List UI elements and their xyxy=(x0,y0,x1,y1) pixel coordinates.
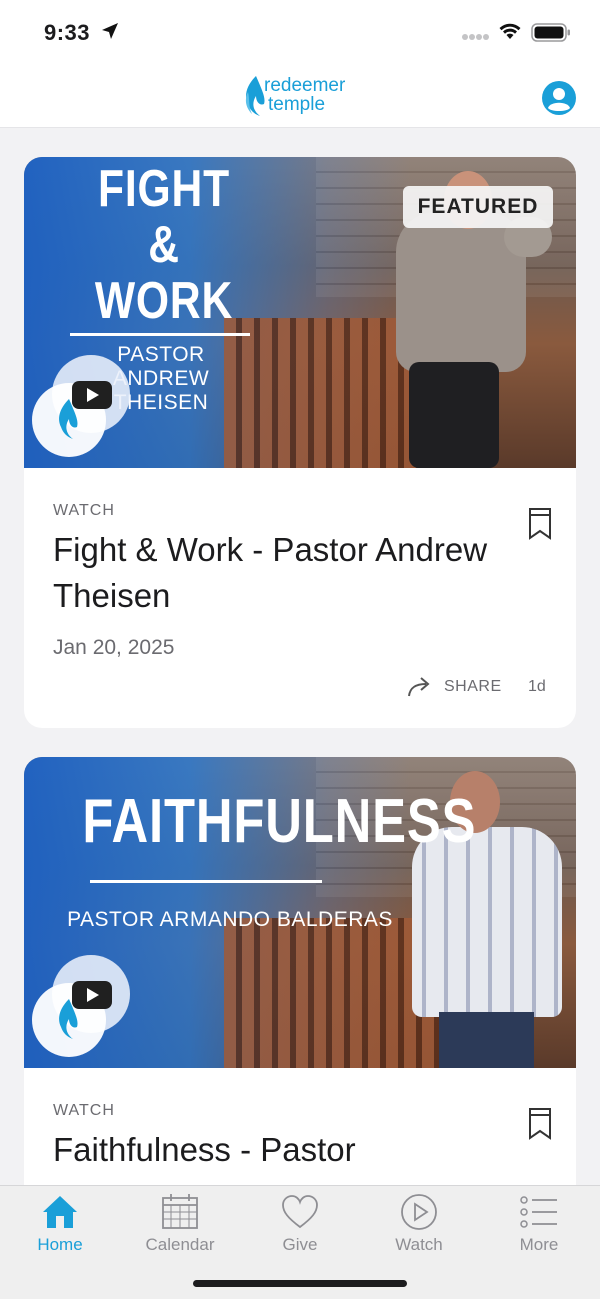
battery-icon xyxy=(531,23,570,42)
status-bar: 9:33 xyxy=(0,0,600,64)
status-time: 9:33 xyxy=(44,20,91,45)
sermon-title[interactable]: Faithfulness - Pastor xyxy=(53,1127,543,1173)
speaker-legs xyxy=(409,362,499,468)
list-icon xyxy=(520,1196,557,1228)
play-circle-icon xyxy=(401,1194,437,1230)
slide-subtitle: PASTOR ARMANDO BALDERAS xyxy=(67,908,393,931)
slide-divider xyxy=(90,880,322,883)
tab-calendar[interactable]: Calendar xyxy=(120,1186,240,1262)
play-icon[interactable] xyxy=(72,381,112,409)
slide-title: FIGHT & WORK xyxy=(94,160,234,330)
share-row: SHARE 1d xyxy=(406,675,556,699)
tab-label: Watch xyxy=(395,1235,443,1254)
sermon-card[interactable]: FAITHFULNESS PASTOR ARMANDO BALDERAS WAT… xyxy=(24,757,576,1257)
redeemer-temple-logo[interactable]: redeemer temple xyxy=(242,72,362,120)
share-arrow-icon[interactable] xyxy=(406,675,436,699)
tab-label: Home xyxy=(37,1235,83,1254)
sermon-thumbnail[interactable]: FIGHT & WORK PASTOR ANDREW THEISEN FEATU… xyxy=(24,157,576,468)
app-header: redeemer temple xyxy=(0,64,600,128)
sermon-title[interactable]: Fight & Work - Pastor Andrew Theisen xyxy=(53,527,543,619)
featured-badge: FEATURED xyxy=(403,186,553,228)
tab-label: Give xyxy=(282,1235,318,1254)
home-icon xyxy=(43,1196,77,1228)
tab-give[interactable]: Give xyxy=(240,1186,360,1262)
card-category: WATCH xyxy=(53,502,115,519)
signal-dots-icon xyxy=(462,34,489,40)
post-age: 1d xyxy=(528,678,546,695)
slide-divider xyxy=(70,333,250,336)
tab-watch[interactable]: Watch xyxy=(359,1186,479,1262)
slide-title: FAITHFULNESS xyxy=(82,787,477,856)
logo-text-line2: temple xyxy=(268,94,326,115)
sermon-date: Jan 20, 2025 xyxy=(53,636,175,659)
heart-icon xyxy=(282,1195,318,1229)
logo-text-line1: redeemer xyxy=(264,75,346,96)
tab-more[interactable]: More xyxy=(479,1186,599,1262)
calendar-icon xyxy=(162,1194,198,1229)
tab-label: More xyxy=(519,1235,559,1254)
sermon-thumbnail[interactable]: FAITHFULNESS PASTOR ARMANDO BALDERAS xyxy=(24,757,576,1068)
profile-icon[interactable] xyxy=(541,80,577,116)
sermon-card[interactable]: FIGHT & WORK PASTOR ANDREW THEISEN FEATU… xyxy=(24,157,576,728)
tab-label: Calendar xyxy=(145,1235,215,1254)
card-category: WATCH xyxy=(53,1102,115,1119)
share-button[interactable]: SHARE xyxy=(444,678,502,696)
speaker-legs xyxy=(439,1012,534,1068)
tab-home[interactable]: Home xyxy=(0,1186,120,1262)
location-arrow-icon xyxy=(102,23,118,39)
wifi-icon xyxy=(499,23,521,39)
home-indicator[interactable] xyxy=(193,1280,407,1287)
play-icon[interactable] xyxy=(72,981,112,1009)
